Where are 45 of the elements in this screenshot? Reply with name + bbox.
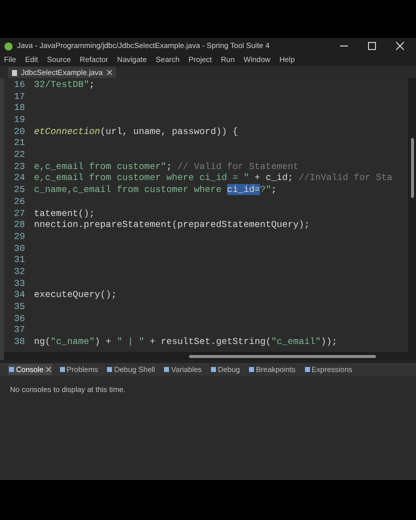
- line-number: 18: [14, 101, 26, 116]
- code-line: ng("c_name") + " | " + resultSet.getString("c_email"));: [34, 335, 338, 349]
- line-number: 37: [14, 323, 26, 338]
- line-number: 31: [14, 253, 26, 268]
- line-number: 23: [14, 160, 26, 174]
- view-icon: [107, 367, 112, 372]
- maximize-icon[interactable]: [368, 42, 376, 50]
- line-number: 26: [14, 194, 26, 209]
- code-line: etConnection(url, uname, password)) {: [34, 124, 238, 138]
- view-icon: [60, 367, 65, 372]
- line-number: 24: [14, 171, 26, 186]
- line-number: 19: [14, 113, 26, 127]
- code-line: e,c_email from customer where ci_id = " + c_id; //InValid for Sta: [34, 171, 392, 185]
- vertical-scrollbar[interactable]: [408, 78, 416, 352]
- view-icon: [248, 367, 254, 372]
- line-number: 29: [14, 230, 26, 244]
- close-icon[interactable]: [396, 42, 404, 50]
- line-number: 30: [14, 242, 26, 256]
- line-number: 25: [14, 183, 26, 197]
- code-line: c_name,c_email from customer where ci_id=?";: [34, 183, 277, 197]
- file-icon: [12, 70, 17, 76]
- line-number: 27: [14, 206, 26, 220]
- horizontal-scrollbar[interactable]: [4, 352, 416, 360]
- line-number: 36: [14, 312, 26, 326]
- code-line: tatement();: [34, 206, 95, 220]
- line-number: 16: [14, 78, 26, 92]
- line-number: 33: [14, 276, 26, 290]
- code-line: executeQuery();: [34, 288, 117, 302]
- view-icon: [9, 367, 14, 372]
- view-icon: [304, 367, 310, 372]
- line-number: 32: [14, 264, 26, 279]
- line-number: 17: [14, 90, 26, 104]
- view-icon: [210, 367, 216, 372]
- line-number: 34: [14, 288, 26, 302]
- close-icon[interactable]: [106, 70, 112, 75]
- line-number: 20: [14, 124, 26, 138]
- code-line: e,c_email from customer"; // Valid for Statement: [34, 160, 299, 173]
- code-line: 32/TestDB";: [34, 78, 95, 92]
- line-number: 28: [14, 218, 26, 232]
- line-number: 38: [14, 335, 26, 349]
- line-number: 21: [14, 136, 26, 150]
- line-number: 22: [14, 148, 26, 162]
- code-line: nnection.prepareStatement(preparedStatementQuery);: [34, 218, 310, 232]
- view-icon: [164, 367, 170, 372]
- line-number: 35: [14, 300, 26, 314]
